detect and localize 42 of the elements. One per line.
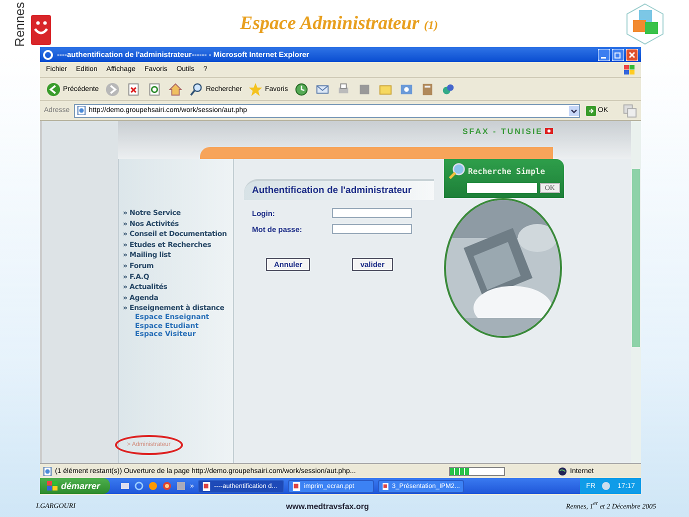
search-icon [448,162,466,180]
logo-text: Rennes [12,2,27,47]
close-icon[interactable] [626,48,638,60]
windows-logo-icon [46,481,58,491]
search-icon [188,82,204,96]
document-icon [382,482,389,490]
quick-launch-icon[interactable] [162,481,172,491]
stop-icon [126,82,141,96]
home-icon [168,82,183,96]
document-icon [292,482,301,490]
restore-icon[interactable] [612,48,624,60]
cube-logo-icon [625,2,665,46]
search-title: Recherche Simple [468,166,546,176]
login-title: Authentification de l'administrateur [244,179,434,200]
quick-launch-icon[interactable] [134,481,144,491]
clock-icon [294,82,309,96]
links-icon [622,103,637,118]
quick-launch-icon[interactable] [148,481,158,491]
document-icon [202,482,211,490]
back-icon [46,82,61,96]
footer-website: www.medtravsfax.org [286,502,370,510]
quick-launch-icon[interactable] [120,481,130,491]
minimize-icon[interactable] [598,48,610,60]
scrollbar[interactable] [631,121,641,463]
circles-icon [440,82,456,96]
page-icon [43,466,52,476]
windows-logo-icon [623,64,635,74]
dropdown-icon[interactable] [568,106,579,116]
page-icon [76,106,86,115]
flag-icon [545,128,553,134]
search-field[interactable] [466,183,537,193]
tray-icon[interactable] [601,481,612,491]
slide-title: Espace Administrateur (1) [238,12,440,34]
arrow-icon [586,106,596,116]
forward-icon [104,82,120,96]
refresh-icon [146,82,162,96]
globe-icon [558,466,567,476]
quick-launch-icon[interactable] [176,481,186,491]
star-icon [248,82,263,96]
input-field[interactable] [332,208,412,218]
input-field[interactable] [332,224,412,234]
region-text: SFAX - TUNISIE [462,127,543,136]
